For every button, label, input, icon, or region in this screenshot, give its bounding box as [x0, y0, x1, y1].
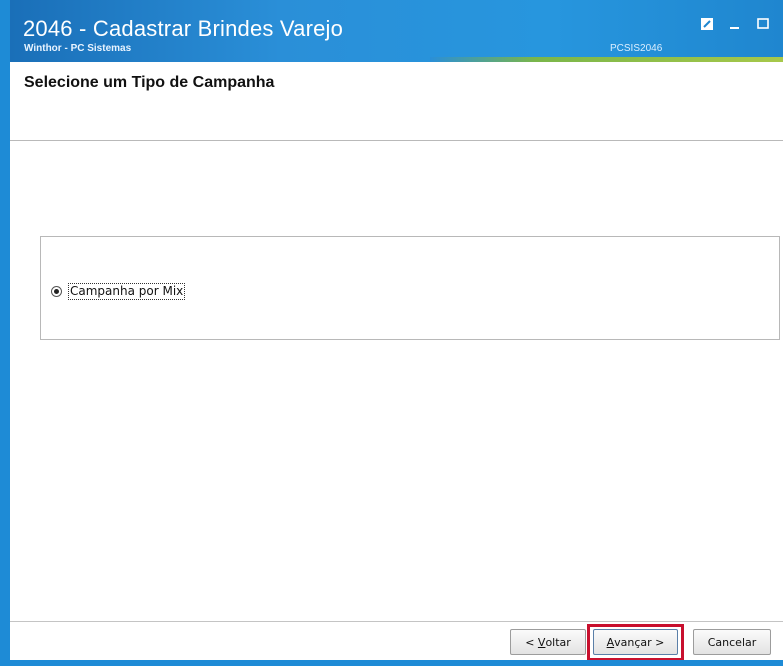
- back-button-rest: oltar: [545, 635, 571, 649]
- back-button-mnemonic: V: [537, 635, 546, 649]
- minimize-icon[interactable]: [724, 15, 746, 33]
- radio-campanha-por-mix[interactable]: Campanha por Mix: [51, 283, 186, 300]
- program-code: PCSIS2046: [610, 43, 663, 54]
- campaign-type-group: Campanha por Mix: [40, 236, 780, 340]
- page-title: Selecione um Tipo de Campanha: [24, 74, 275, 91]
- radio-label[interactable]: Campanha por Mix: [68, 283, 186, 300]
- window-subtitle: Winthor - PC Sistemas: [24, 43, 132, 54]
- window-bottom-border: [0, 660, 783, 666]
- title-bar[interactable]: 2046 - Cadastrar Brindes Varejo Winthor …: [10, 0, 783, 62]
- radio-selected-icon[interactable]: [51, 286, 62, 297]
- window-title: 2046 - Cadastrar Brindes Varejo: [23, 16, 344, 41]
- maximize-icon[interactable]: [752, 15, 774, 33]
- next-button[interactable]: Avançar >: [593, 629, 678, 655]
- back-button-prefix: <: [525, 635, 538, 649]
- window-controls: [696, 14, 783, 34]
- window-left-border: [0, 0, 10, 666]
- footer-divider: [10, 621, 783, 622]
- next-button-rest: vançar: [614, 635, 652, 649]
- next-button-suffix: >: [651, 635, 665, 649]
- wizard-header: Selecione um Tipo de Campanha: [10, 62, 783, 141]
- next-button-mnemonic: A: [606, 635, 615, 649]
- restore-icon[interactable]: [696, 15, 718, 33]
- back-button[interactable]: < Voltar: [510, 629, 586, 655]
- cancel-button[interactable]: Cancelar: [693, 629, 771, 655]
